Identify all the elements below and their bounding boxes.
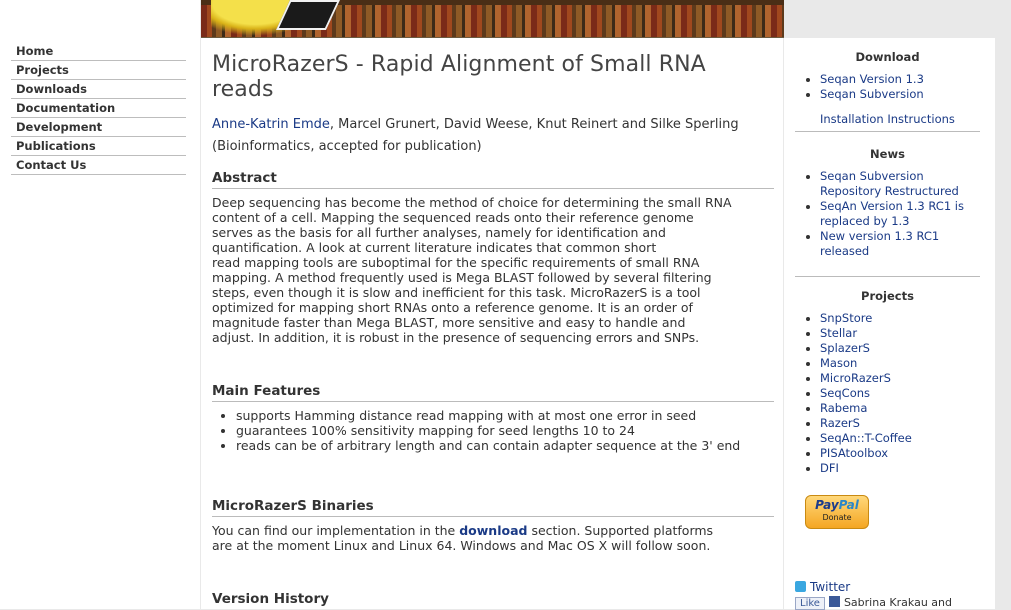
project-link[interactable]: SplazerS (820, 341, 870, 355)
list-item: Rabema (820, 401, 980, 416)
project-link[interactable]: MicroRazerS (820, 371, 891, 385)
header-banner-image (201, 0, 784, 38)
list-item: MicroRazerS (820, 371, 980, 386)
abstract-text: Deep sequencing has become the method of… (212, 195, 732, 345)
list-item: supports Hamming distance read mapping w… (236, 408, 774, 423)
project-link[interactable]: PISAtoolbox (820, 446, 888, 460)
journal-note: (Bioinformatics, accepted for publicatio… (212, 139, 482, 154)
article: MicroRazerS - Rapid Alignment of Small R… (212, 38, 774, 609)
project-link[interactable]: Stellar (820, 326, 857, 340)
news-link[interactable]: SeqAn Version 1.3 RC1 is replaced by 1.3 (820, 199, 964, 228)
facebook-text: Sabrina Krakau and (843, 596, 952, 609)
list-item: SeqCons (820, 386, 980, 401)
projects-list: SnpStore Stellar SplazerS Mason MicroRaz… (795, 311, 980, 476)
list-item: SeqAn::T-Coffee (820, 431, 980, 446)
download-list: Seqan Version 1.3 Seqan Subversion (795, 72, 980, 102)
twitter-link[interactable]: Twitter (795, 580, 850, 594)
binaries-text: You can find our implementation in the d… (212, 523, 714, 553)
download-link[interactable]: download (459, 523, 527, 538)
project-link[interactable]: SeqCons (820, 386, 870, 400)
news-box: News Seqan Subversion Repository Restruc… (795, 147, 980, 277)
paypal-logo: PayPal (815, 498, 859, 512)
list-item: Seqan Version 1.3 (820, 72, 980, 87)
left-navigation: Home Projects Downloads Documentation De… (0, 0, 200, 609)
features-heading: Main Features (212, 383, 774, 402)
nav-item-documentation[interactable]: Documentation (11, 99, 186, 118)
list-item: SnpStore (820, 311, 980, 326)
main-content-panel: MicroRazerS - Rapid Alignment of Small R… (201, 38, 783, 609)
twitter-icon (795, 581, 806, 592)
facebook-icon (828, 596, 840, 607)
project-link[interactable]: SnpStore (820, 311, 872, 325)
download-link-subversion[interactable]: Seqan Subversion (820, 87, 924, 101)
nav-item-contact-us[interactable]: Contact Us (11, 156, 186, 175)
nav-item-projects[interactable]: Projects (11, 61, 186, 80)
facebook-widget: Like Sabrina Krakau and (795, 596, 952, 610)
list-item: Seqan Subversion (820, 87, 980, 102)
list-item: DFI (820, 461, 980, 476)
abstract-heading: Abstract (212, 170, 774, 189)
list-item: SplazerS (820, 341, 980, 356)
nav-menu: Home Projects Downloads Documentation De… (11, 42, 186, 175)
news-list: Seqan Subversion Repository Restructured… (795, 169, 980, 259)
project-link[interactable]: Rabema (820, 401, 867, 415)
binaries-heading: MicroRazerS Binaries (212, 498, 774, 517)
project-link[interactable]: Mason (820, 356, 857, 370)
divider (795, 276, 980, 277)
list-item: New version 1.3 RC1 released (820, 229, 980, 259)
nav-item-home[interactable]: Home (11, 42, 186, 61)
list-item: RazerS (820, 416, 980, 431)
list-item: guarantees 100% sensitivity mapping for … (236, 423, 774, 438)
authors: Anne-Katrin Emde, Marcel Grunert, David … (212, 114, 774, 136)
features-list: supports Hamming distance read mapping w… (212, 408, 774, 453)
list-item: PISAtoolbox (820, 446, 980, 461)
nav-item-publications[interactable]: Publications (11, 137, 186, 156)
list-item: reads can be of arbitrary length and can… (236, 438, 774, 453)
news-title: News (870, 147, 905, 161)
author-link[interactable]: Anne-Katrin Emde (212, 117, 330, 132)
authors-rest: , Marcel Grunert, David Weese, Knut Rein… (329, 117, 739, 132)
page-title: MicroRazerS - Rapid Alignment of Small R… (212, 52, 706, 102)
download-title: Download (855, 50, 920, 64)
list-item: Seqan Subversion Repository Restructured (820, 169, 980, 199)
like-button[interactable]: Like (795, 597, 825, 610)
project-link[interactable]: DFI (820, 461, 839, 475)
project-link[interactable]: SeqAn::T-Coffee (820, 431, 912, 445)
list-item: Stellar (820, 326, 980, 341)
projects-box: Projects SnpStore Stellar SplazerS Mason… (795, 289, 980, 476)
list-item: Mason (820, 356, 980, 371)
nav-item-development[interactable]: Development (11, 118, 186, 137)
list-item: SeqAn Version 1.3 RC1 is replaced by 1.3 (820, 199, 980, 229)
paypal-donate-button[interactable]: PayPal Donate (805, 495, 869, 529)
news-link[interactable]: New version 1.3 RC1 released (820, 229, 939, 258)
right-sidebar: Download Seqan Version 1.3 Seqan Subvers… (784, 38, 995, 610)
page-margin (995, 0, 1011, 609)
download-link-seqan-1-3[interactable]: Seqan Version 1.3 (820, 72, 924, 86)
project-link[interactable]: RazerS (820, 416, 860, 430)
download-box: Download Seqan Version 1.3 Seqan Subvers… (795, 50, 980, 132)
divider (795, 131, 980, 132)
nav-item-downloads[interactable]: Downloads (11, 80, 186, 99)
donate-label: Donate (822, 513, 852, 522)
installation-instructions-link[interactable]: Installation Instructions (820, 112, 980, 127)
projects-title: Projects (861, 289, 914, 303)
version-history-heading: Version History (212, 591, 774, 609)
news-link[interactable]: Seqan Subversion Repository Restructured (820, 169, 959, 198)
